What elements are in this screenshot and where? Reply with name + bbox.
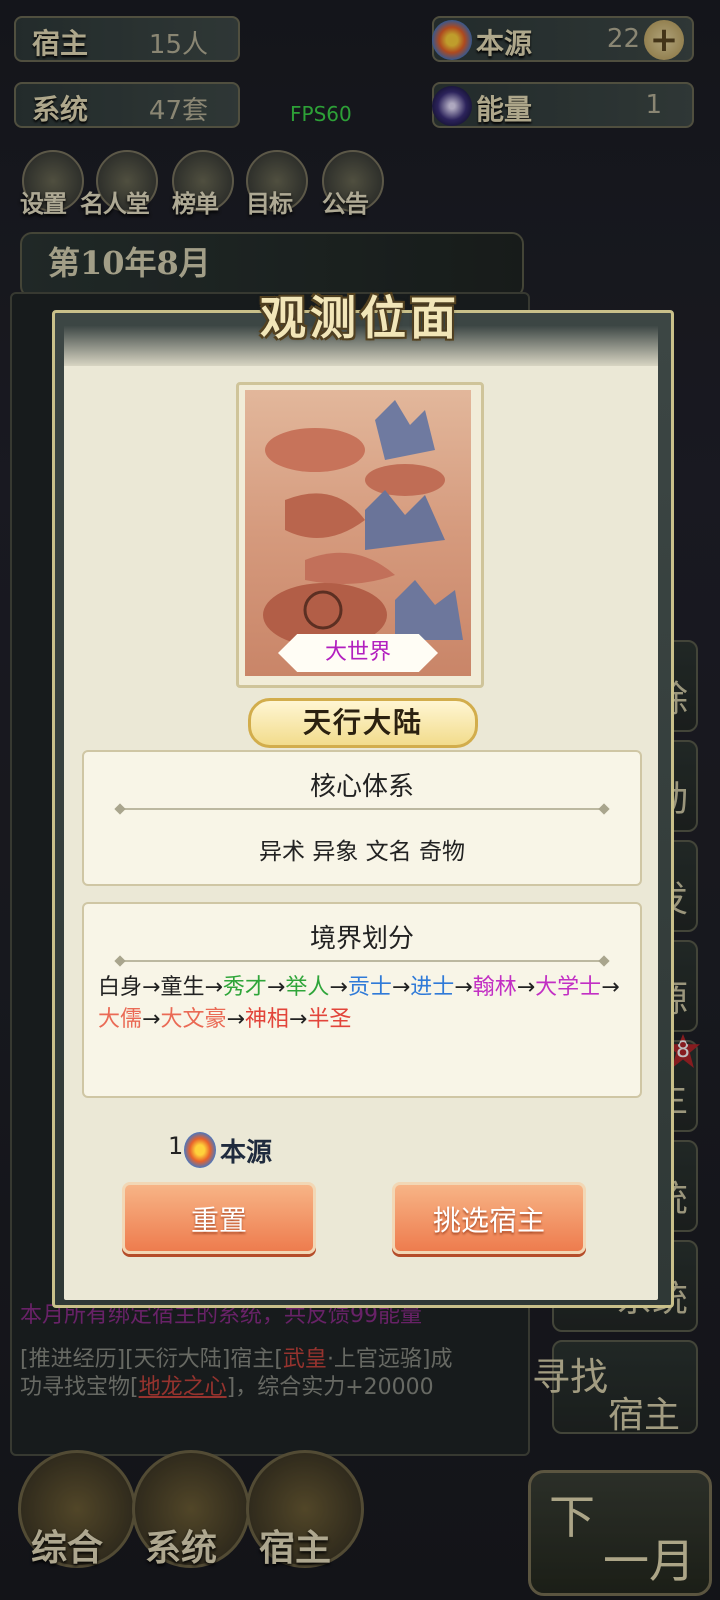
reset-button[interactable]: 重置: [122, 1182, 316, 1254]
realm-stage: 进士: [410, 975, 455, 1000]
world-map-illustration: [245, 390, 471, 676]
realm-stage: 童生: [160, 975, 205, 1000]
realm-division-title: 境界划分: [309, 924, 414, 954]
realm-stage: 翰林: [472, 975, 517, 1000]
realm-arrow: →: [226, 1007, 245, 1032]
realm-arrow: →: [266, 975, 286, 1000]
realm-arrow: →: [516, 975, 536, 1000]
realm-stage: 举人: [285, 975, 330, 1000]
realm-arrow: →: [204, 975, 223, 1000]
core-system-title: 核心体系: [309, 772, 414, 802]
core-system-text: 异术 异象 文名 奇物: [259, 839, 465, 865]
realm-stage: 秀才: [222, 975, 267, 1000]
realm-stage: 神相: [244, 1007, 289, 1032]
realm-stage: 白身: [98, 975, 143, 1000]
divider: [120, 960, 604, 962]
realm-stage: 贡士: [347, 975, 392, 1000]
realm-stage: 大儒: [98, 1007, 143, 1032]
realm-arrow: →: [142, 975, 161, 1000]
dialog-title: 观测位面: [260, 291, 460, 345]
divider: [120, 808, 604, 810]
realm-arrow: →: [288, 1007, 308, 1032]
world-name-plate: 天行大陆: [248, 698, 478, 748]
realm-arrow: →: [329, 975, 348, 1000]
realm-division-box: 境界划分 白身→童生→秀才→举人→贡士→进士→翰林→大学士→大儒→大文豪→神相→…: [82, 902, 642, 1098]
flame-icon: [184, 1132, 216, 1168]
realm-stage: 大文豪: [160, 1007, 227, 1032]
floating-islands-art: [263, 400, 463, 647]
realm-arrow: →: [454, 975, 473, 1000]
world-type-tag: 大世界: [278, 634, 438, 672]
realm-stage: 半圣: [307, 1007, 352, 1032]
select-host-button[interactable]: 挑选宿主: [392, 1182, 586, 1254]
realm-arrow: →: [142, 1007, 161, 1032]
realm-stage: 大学士: [535, 975, 602, 1000]
realm-arrow: →: [601, 975, 620, 1000]
core-system-box: 核心体系 异术 异象 文名 奇物: [82, 750, 642, 886]
cost-amount: 1: [168, 1132, 184, 1160]
cost-label: 本源: [220, 1138, 273, 1168]
realm-progression: 白身→童生→秀才→举人→贡士→进士→翰林→大学士→大儒→大文豪→神相→半圣: [98, 972, 628, 1036]
realm-arrow: →: [391, 975, 411, 1000]
